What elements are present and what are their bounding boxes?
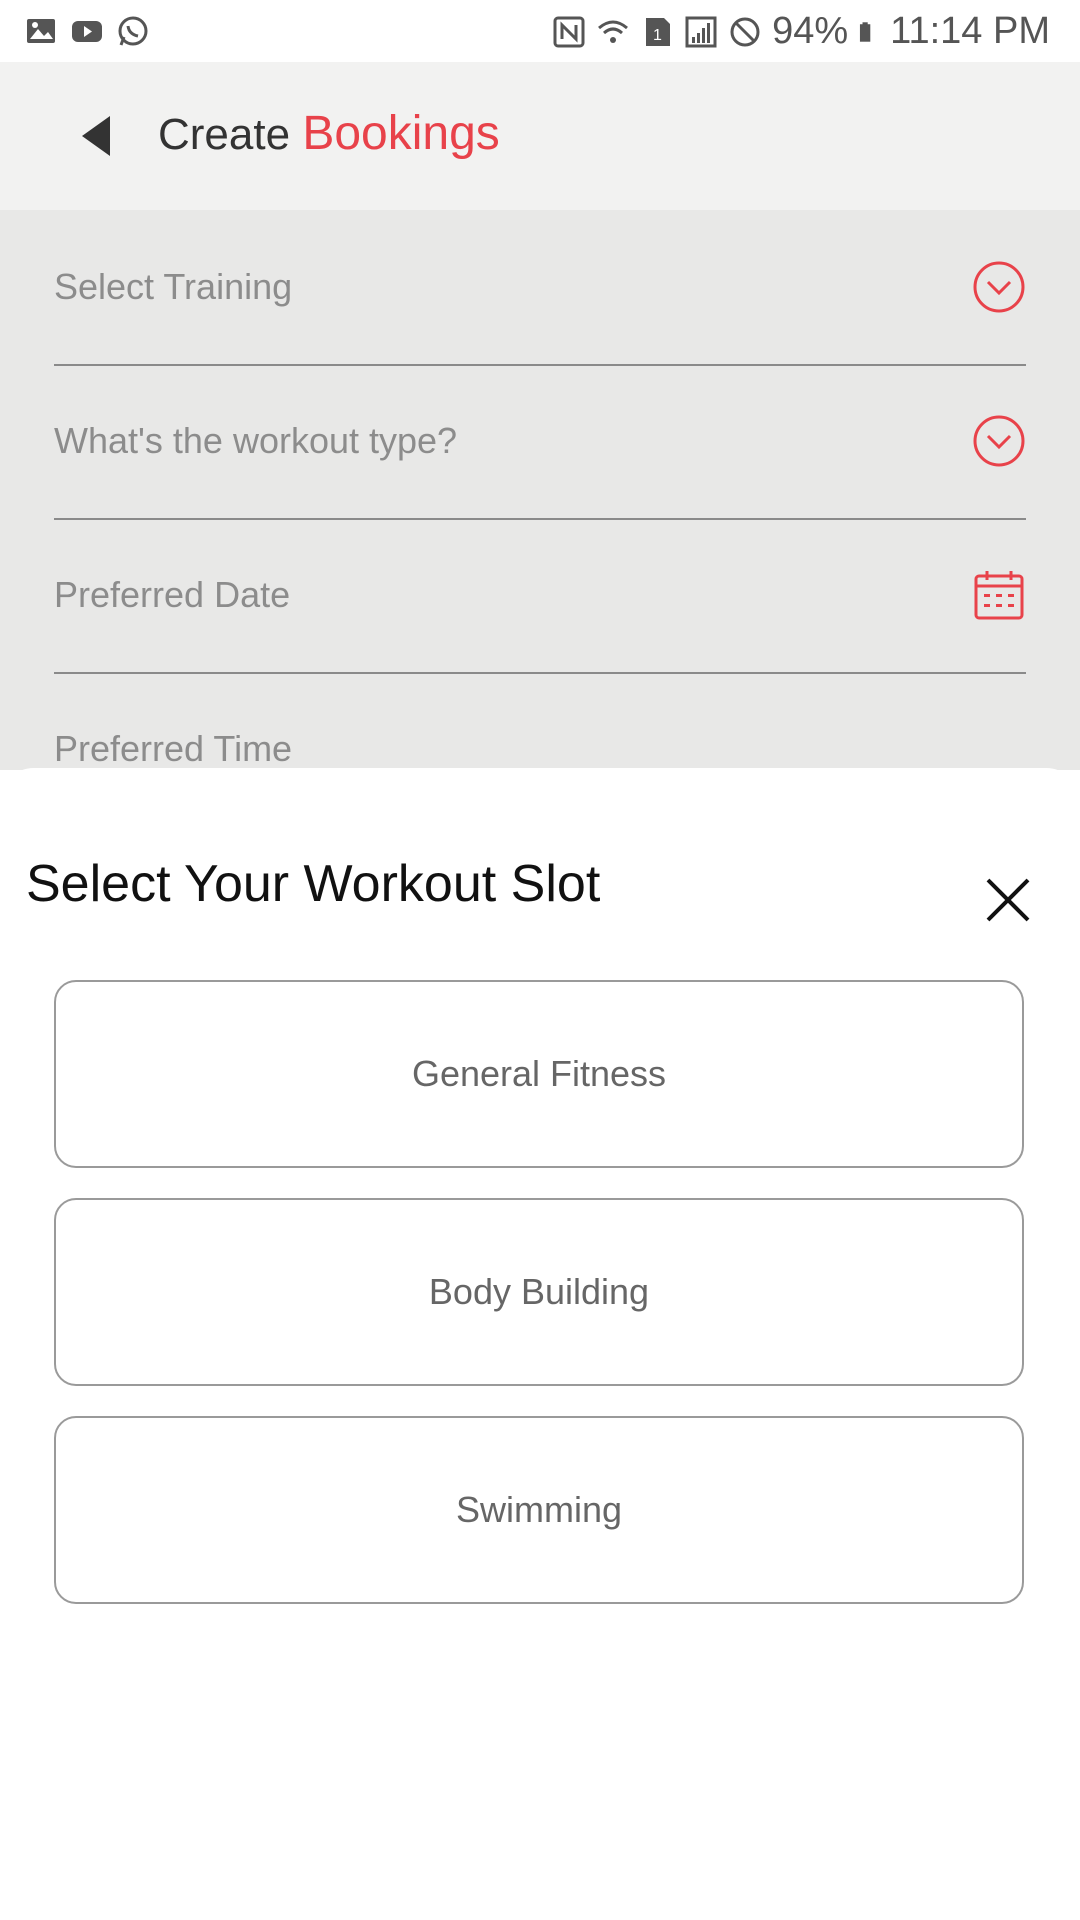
do-not-disturb-icon bbox=[730, 17, 760, 46]
signal-icon bbox=[685, 16, 717, 47]
calendar-icon[interactable] bbox=[972, 568, 1026, 622]
sim-1-icon: 1 bbox=[646, 17, 671, 46]
option-swimming[interactable]: Swimming bbox=[54, 1416, 1024, 1604]
app-header: Create Bookings bbox=[0, 62, 1080, 210]
preferred-time-label: Preferred Time bbox=[54, 728, 293, 769]
page-title: Create Bookings bbox=[158, 106, 500, 161]
nfc-icon bbox=[553, 16, 585, 47]
battery-percentage: 94% bbox=[772, 10, 849, 52]
status-bar: 1 94% 11:14 PM bbox=[0, 0, 1080, 62]
option-body-building[interactable]: Body Building bbox=[54, 1198, 1024, 1386]
chevron-down-circle-icon[interactable] bbox=[972, 260, 1026, 314]
preferred-date-label: Preferred Date bbox=[54, 574, 291, 615]
workout-slot-sheet: Select Your Workout Slot General Fitness… bbox=[0, 768, 1080, 1920]
page-title-accent: Bookings bbox=[302, 107, 500, 160]
youtube-icon bbox=[72, 21, 102, 42]
select-training-label: Select Training bbox=[54, 266, 293, 307]
battery-icon bbox=[860, 21, 871, 42]
select-training-field[interactable]: Select Training bbox=[54, 210, 1026, 366]
status-bar-notifications bbox=[24, 14, 150, 48]
whatsapp-icon bbox=[118, 16, 148, 46]
chevron-down-circle-icon[interactable] bbox=[972, 414, 1026, 468]
option-general-fitness[interactable]: General Fitness bbox=[54, 980, 1024, 1168]
status-bar-system: 1 94% 11:14 PM bbox=[552, 10, 1050, 53]
workout-type-field[interactable]: What's the workout type? bbox=[54, 364, 1026, 520]
page-title-prefix: Create bbox=[158, 110, 291, 159]
preferred-date-field[interactable]: Preferred Date bbox=[54, 518, 1026, 674]
back-arrow-icon[interactable] bbox=[70, 106, 130, 166]
wifi-icon bbox=[598, 20, 629, 43]
clock: 11:14 PM bbox=[890, 10, 1050, 52]
workout-type-label: What's the workout type? bbox=[54, 420, 458, 461]
booking-form: Select Training What's the workout type?… bbox=[0, 210, 1080, 770]
svg-text:1: 1 bbox=[653, 27, 662, 44]
sheet-title: Select Your Workout Slot bbox=[26, 855, 601, 913]
close-icon[interactable] bbox=[982, 874, 1034, 926]
gallery-icon bbox=[27, 19, 55, 43]
